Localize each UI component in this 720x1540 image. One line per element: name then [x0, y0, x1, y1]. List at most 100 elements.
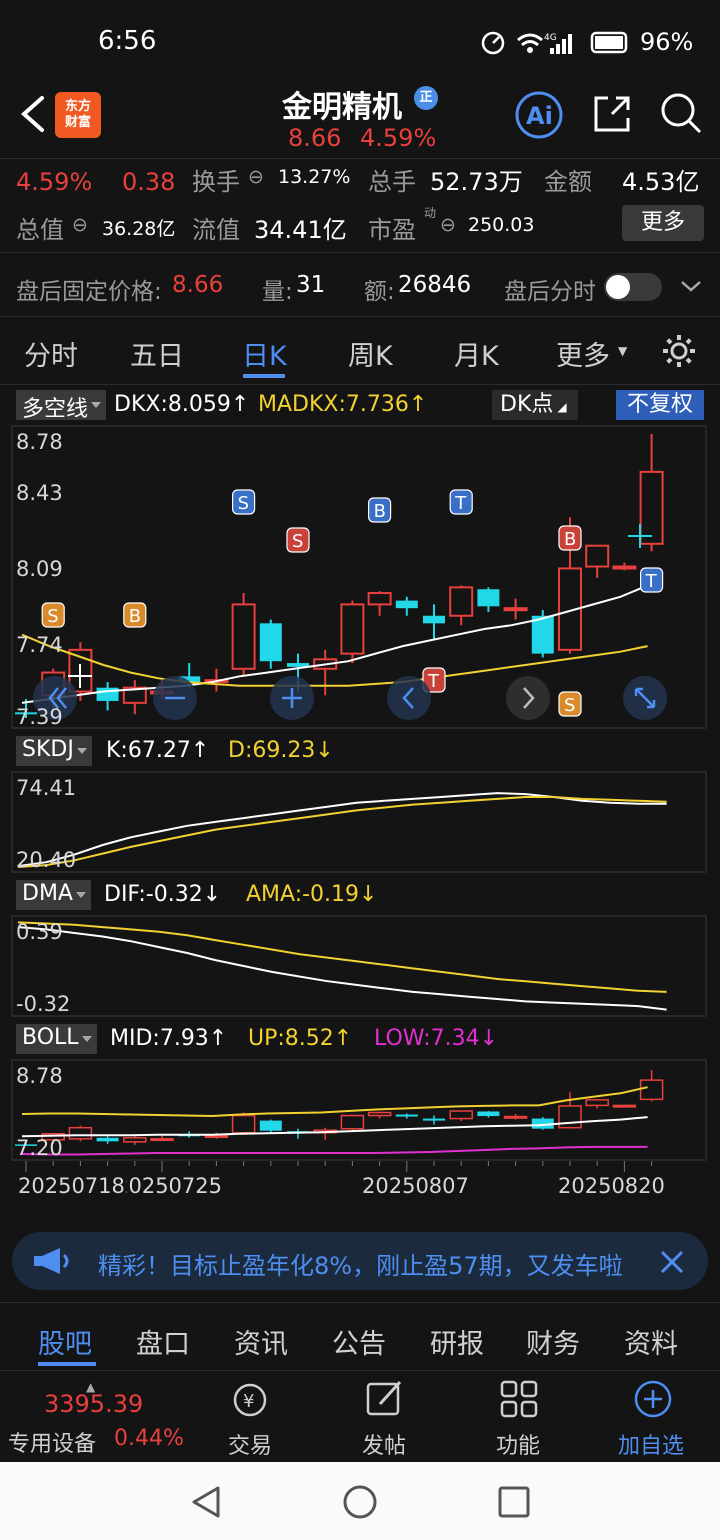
features-icon[interactable] — [498, 1378, 540, 1420]
battery-level: 96% — [640, 28, 694, 56]
boll-chart — [15, 1070, 664, 1172]
search-icon[interactable] — [658, 90, 704, 136]
kchart-frame — [11, 425, 707, 729]
dma-ama-value: AMA:-0.19↓ — [246, 882, 378, 907]
signal-marker-label: B — [374, 501, 386, 522]
dma-dif-value: DIF:-0.32↓ — [104, 882, 222, 907]
tab-daily-k[interactable]: 日K — [242, 334, 287, 373]
float-label: 流值 — [192, 216, 240, 244]
boll-candle-body — [340, 1114, 365, 1130]
nav-back-icon[interactable] — [188, 1484, 224, 1520]
trade-label[interactable]: 交易 — [228, 1428, 272, 1460]
tab-five-day[interactable]: 五日 — [130, 334, 184, 373]
sector-index[interactable]: ▲ 3395.39 专用设备 0.44% — [0, 1380, 190, 1460]
close-icon[interactable] — [658, 1248, 686, 1276]
kchart-y-label-3: 8.09 — [16, 557, 63, 581]
mktcap-label: 总值 — [16, 216, 64, 244]
settings-gear-icon[interactable] — [660, 332, 698, 370]
megaphone-icon — [34, 1248, 69, 1274]
scroll-left-button[interactable] — [387, 676, 431, 720]
add-watchlist-icon[interactable] — [632, 1378, 674, 1420]
after-hours-toggle[interactable] — [604, 273, 662, 301]
bottom-tab-finance[interactable]: 财务 — [526, 1322, 580, 1361]
pe-label: 市盈 — [368, 216, 416, 244]
candlestick-chart: S BSSB TTBST — [15, 434, 664, 718]
candle-body — [395, 600, 418, 609]
bottom-tab-profile[interactable]: 资料 — [624, 1322, 678, 1361]
promo-banner[interactable]: 精彩！目标止盈年化8%，刚止盈57期，又发车啦 — [12, 1232, 708, 1290]
post-label[interactable]: 发帖 — [362, 1428, 406, 1460]
candle-body — [639, 470, 664, 545]
more-quote-button[interactable]: 更多 — [622, 205, 704, 241]
fullscreen-button[interactable] — [623, 676, 667, 720]
dkx-value: DKX:8.059↑ — [114, 392, 250, 417]
skdj-chart — [17, 792, 667, 868]
pe-info-icon[interactable]: ⊖ — [440, 214, 456, 236]
add-watchlist-label[interactable]: 加自选 — [618, 1428, 684, 1460]
x-date-2: 20250725 — [126, 1174, 222, 1198]
features-label[interactable]: 功能 — [496, 1428, 540, 1460]
skdj-y-label-top: 74.41 — [16, 776, 77, 800]
back-icon[interactable] — [14, 94, 54, 134]
candle-body — [531, 615, 554, 654]
candle-body — [503, 607, 528, 612]
boll-indicator-select[interactable]: BOLL — [16, 1024, 97, 1054]
signal-marker-label: S — [564, 695, 575, 716]
x-date-4: 20250820 — [558, 1174, 665, 1198]
candle-body — [340, 603, 365, 655]
volume-value: 52.73万 — [430, 168, 523, 196]
dma-y-label-top: 0.39 — [16, 920, 63, 944]
trade-icon[interactable]: ¥ — [228, 1380, 272, 1420]
bottom-tab-guba[interactable]: 股吧 — [38, 1322, 92, 1361]
turnover-info-icon[interactable]: ⊖ — [248, 166, 264, 188]
tab-timeshare[interactable]: 分时 — [24, 334, 78, 373]
boll-y-label-bottom: 7.20 — [16, 1136, 63, 1160]
turnover-label: 换手 — [192, 168, 240, 196]
boll-candle-body — [612, 1104, 637, 1108]
post-icon[interactable] — [364, 1378, 406, 1420]
chevron-down-icon[interactable] — [680, 278, 702, 294]
bottom-tab-news[interactable]: 资讯 — [234, 1322, 288, 1361]
status-time: 6:56 — [98, 26, 157, 56]
dma-indicator-select[interactable]: DMA — [16, 880, 91, 910]
candle-body — [477, 589, 500, 607]
charts-area[interactable]: S BSSB TTBST — [0, 420, 720, 1220]
change-pct: 4.59% — [16, 168, 93, 196]
boll-up-value: UP:8.52↑ — [248, 1026, 353, 1051]
sector-index-pct: 0.44% — [114, 1426, 184, 1451]
boll-candle-body — [259, 1120, 282, 1131]
boll-candle-body — [123, 1137, 147, 1143]
adjust-button[interactable]: 不复权 — [616, 390, 704, 420]
amount-value: 4.53亿 — [622, 168, 700, 196]
dk-point-button[interactable]: DK点 ◢ — [492, 390, 578, 420]
tab-weekly-k[interactable]: 周K — [348, 334, 393, 373]
candle-body — [585, 544, 610, 568]
bottom-tab-announcements[interactable]: 公告 — [332, 1322, 386, 1361]
dma-y-label-bottom: -0.32 — [16, 992, 71, 1016]
ai-icon[interactable]: Ai — [514, 90, 564, 140]
tab-monthly-k[interactable]: 月K — [454, 334, 499, 373]
zoom-out-button[interactable] — [153, 676, 197, 720]
signal-marker-label: B — [564, 529, 576, 550]
bottom-tab-research[interactable]: 研报 — [430, 1322, 484, 1361]
scroll-right-button[interactable] — [506, 676, 550, 720]
boll-candle-body — [150, 1138, 174, 1142]
after-hours-vol-label: 量: — [262, 279, 293, 305]
skdj-indicator-select[interactable]: SKDJ — [16, 736, 92, 766]
mktcap-info-icon[interactable]: ⊖ — [72, 214, 88, 236]
boll-candle-body — [423, 1118, 445, 1121]
nav-home-icon[interactable] — [342, 1484, 378, 1520]
main-indicator-select[interactable]: 多空线 — [16, 390, 107, 422]
share-icon[interactable] — [590, 92, 634, 136]
bottom-tab-pankou[interactable]: 盘口 — [136, 1322, 190, 1361]
boll-low-value: LOW:7.34↓ — [374, 1026, 499, 1051]
boll-candle-body — [585, 1099, 609, 1107]
signal-marker-label: S — [292, 531, 303, 552]
zoom-in-button[interactable] — [270, 676, 314, 720]
tab-more[interactable]: 更多 — [556, 334, 610, 373]
nav-recents-icon[interactable] — [496, 1484, 532, 1520]
boll-candle-body — [558, 1105, 582, 1129]
boll-candle-body — [68, 1126, 93, 1140]
status-bar: 6:56 4G 96% — [0, 0, 720, 80]
boll-candle-body — [503, 1115, 528, 1119]
